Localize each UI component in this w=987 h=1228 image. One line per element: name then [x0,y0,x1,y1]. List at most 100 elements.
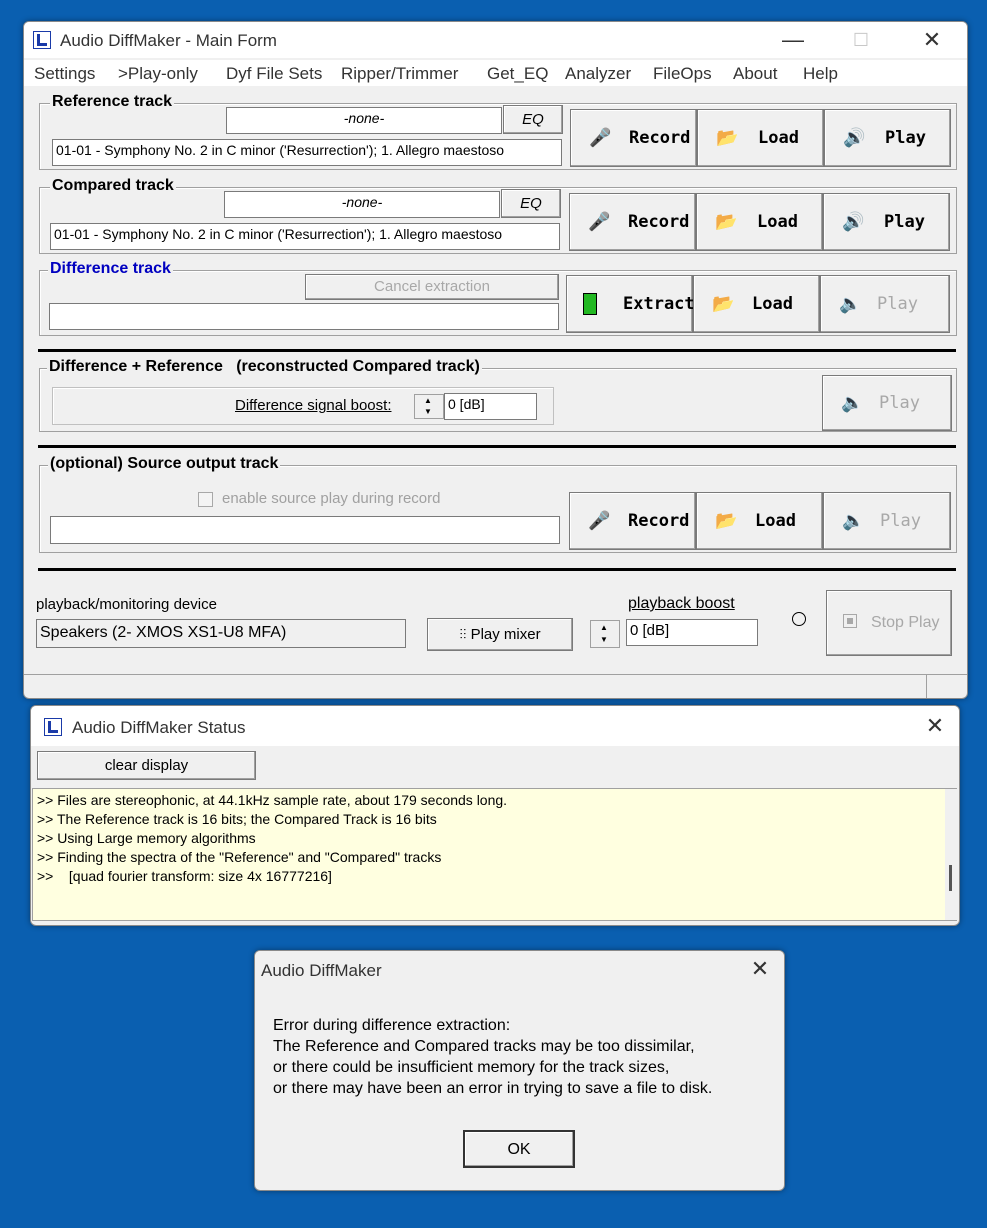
dialog-title: Audio DiffMaker [261,961,382,980]
status-titlebar[interactable]: Audio DiffMaker Status ✕ [31,706,959,746]
spin-up-icon[interactable]: ▲ [424,396,432,405]
reference-record-button[interactable]: 🎤 Record [570,109,697,167]
spin-down-icon[interactable]: ▼ [600,635,608,644]
speaker-icon: 🔊 [843,127,866,149]
source-load-button[interactable]: 📂 Load [696,492,823,550]
compared-track-title: Compared track [50,177,176,195]
compared-load-button[interactable]: 📂 Load [696,193,823,251]
difference-play-button: 🔈 Play [820,275,950,333]
statusbar-divider [926,675,927,698]
source-play-button: 🔈 Play [823,492,951,550]
folder-icon: 📂 [716,127,739,149]
divider [38,349,956,352]
compared-eq-button[interactable]: EQ [501,189,561,218]
menu-fileops[interactable]: FileOps [653,64,712,84]
ok-button[interactable]: OK [463,1130,575,1168]
close-icon[interactable]: ✕ [915,714,955,738]
main-statusbar [24,674,967,698]
minimize-icon[interactable]: — [773,28,813,52]
error-dialog: Audio DiffMaker ✕ Error during differenc… [254,950,785,1191]
reference-file-field[interactable]: 01-01 - Symphony No. 2 in C minor ('Resu… [52,139,562,166]
reconstructed-play-button: 🔈 Play [822,375,952,431]
load-label: Load [755,511,796,531]
close-icon[interactable]: ✕ [912,28,952,52]
cancel-extraction-button: Cancel extraction [305,274,559,300]
status-indicator [792,612,806,626]
menu-dyf-file-sets[interactable]: Dyf File Sets [226,64,322,84]
status-line: >> Using Large memory algorithms [37,830,256,846]
compared-record-button[interactable]: 🎤 Record [569,193,696,251]
stop-play-button: Stop Play [826,590,952,656]
spin-up-icon[interactable]: ▲ [600,623,608,632]
playback-boost-field[interactable]: 0 [dB] [626,619,758,646]
status-scrollbar[interactable] [945,789,957,920]
load-label: Load [758,128,799,148]
playback-boost-spinner[interactable]: ▲ ▼ [590,620,620,648]
difference-file-field[interactable] [49,303,559,330]
difference-track-title: Difference track [48,260,173,278]
main-title: Audio DiffMaker - Main Form [60,31,277,50]
clear-display-button[interactable]: clear display [37,751,256,780]
compared-file-field[interactable]: 01-01 - Symphony No. 2 in C minor ('Resu… [50,223,560,250]
difference-boost-field[interactable]: 0 [dB] [444,393,537,420]
status-log[interactable]: >> Files are stereophonic, at 44.1kHz sa… [32,788,957,921]
load-label: Load [752,294,793,314]
status-line: >> Files are stereophonic, at 44.1kHz sa… [37,792,508,808]
speaker-icon: 🔈 [839,293,862,315]
main-window: Audio DiffMaker - Main Form — ☐ ✕ Settin… [23,21,968,699]
cancel-extraction-label: Cancel extraction [374,278,490,295]
record-label: Record [629,128,691,148]
compared-track-group: Compared track -none- EQ 01-01 - Symphon… [39,177,957,254]
menu-ripper-trimmer[interactable]: Ripper/Trimmer [341,64,458,84]
device-label: playback/monitoring device [36,596,217,613]
playback-boost-label: playback boost [628,595,735,612]
app-icon [33,31,51,49]
reference-load-button[interactable]: 📂 Load [697,109,824,167]
menu-help[interactable]: Help [803,64,838,84]
source-file-field[interactable] [50,516,560,544]
scrollbar-thumb[interactable] [949,865,952,891]
reference-eq-button[interactable]: EQ [503,105,563,134]
stop-icon [843,614,857,628]
menu-get-eq[interactable]: Get_EQ [487,64,548,84]
calculator-icon [583,293,597,315]
reconstructed-group: Difference + Reference (reconstructed Co… [39,358,957,432]
microphone-icon: 🎤 [588,510,611,532]
boost-panel: Difference signal boost: ▲ ▼ 0 [dB] [52,387,554,425]
extract-button[interactable]: Extract [566,275,695,333]
folder-icon: 📂 [712,293,735,315]
reference-track-group: Reference track -none- EQ 01-01 - Sympho… [39,93,957,170]
status-line: >> Finding the spectra of the "Reference… [37,849,442,865]
difference-load-button[interactable]: 📂 Load [693,275,820,333]
reference-play-button[interactable]: 🔊 Play [824,109,951,167]
play-label: Play [880,511,921,531]
menu-play-only[interactable]: >Play-only [118,64,198,84]
source-play-checkbox [198,492,213,507]
device-field[interactable]: Speakers (2- XMOS XS1-U8 MFA) [36,619,406,648]
spin-down-icon[interactable]: ▼ [424,407,432,416]
close-icon[interactable]: ✕ [740,957,780,981]
source-play-checkbox-label: enable source play during record [222,490,441,507]
dialog-message-line: The Reference and Compared tracks may be… [273,1038,695,1055]
load-label: Load [757,212,798,232]
play-mixer-button[interactable]: ⫶⫶ Play mixer [427,618,573,651]
clear-display-label: clear display [104,757,189,774]
source-record-button[interactable]: 🎤 Record [569,492,696,550]
main-titlebar[interactable]: Audio DiffMaker - Main Form — ☐ ✕ [24,22,967,58]
speaker-icon: 🔈 [842,510,865,532]
difference-boost-label: Difference signal boost: [235,397,392,414]
menu-about[interactable]: About [733,64,777,84]
menu-analyzer[interactable]: Analyzer [565,64,631,84]
dialog-titlebar[interactable]: Audio DiffMaker ✕ [255,951,784,989]
menubar: Settings >Play-only Dyf File Sets Ripper… [24,60,967,86]
compared-play-button[interactable]: 🔊 Play [823,193,950,251]
divider [38,568,956,571]
difference-boost-spinner[interactable]: ▲ ▼ [414,394,444,419]
microphone-icon: 🎤 [588,211,611,233]
mixer-icon: ⫶⫶ [459,626,467,642]
record-label: Record [628,511,690,531]
eq-label: EQ [522,111,544,128]
menu-settings[interactable]: Settings [34,64,95,84]
source-track-group: (optional) Source output track enable so… [39,455,957,553]
dialog-message-line: or there may have been an error in tryin… [273,1080,713,1097]
